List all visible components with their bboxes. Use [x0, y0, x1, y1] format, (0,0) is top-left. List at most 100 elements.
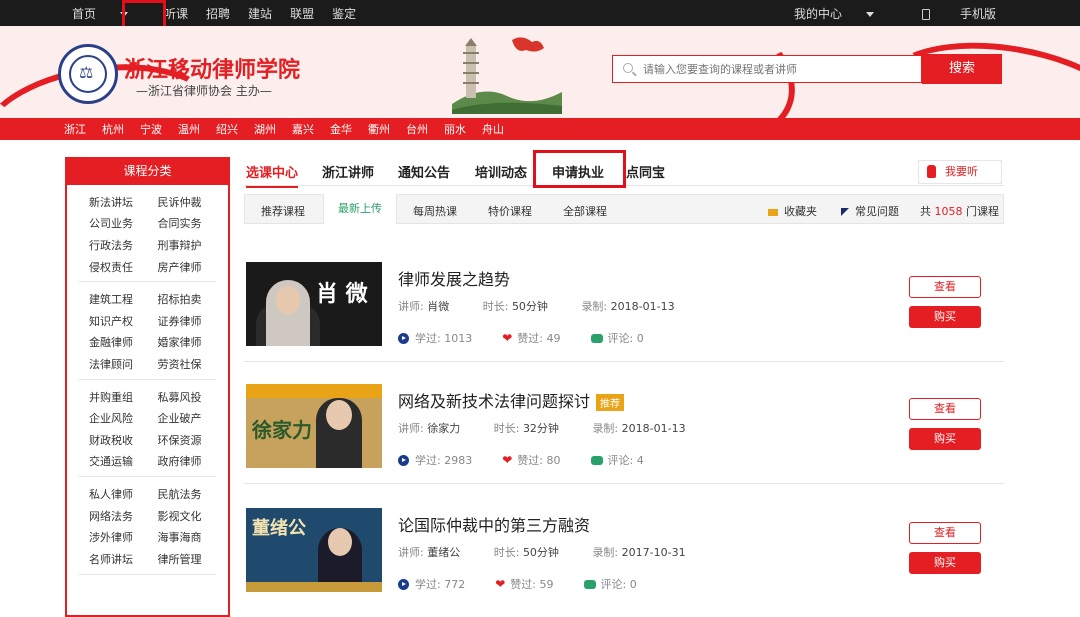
- course-item: 董绪公 论国际仲裁中的第三方融资 讲师: 董绪公 时长: 50分钟 录制: 20…: [244, 488, 1004, 608]
- category-link[interactable]: 交通运输: [79, 453, 148, 469]
- folder-icon: [768, 208, 778, 216]
- category-link[interactable]: 行政法务: [79, 237, 148, 253]
- course-item: 徐家力 网络及新技术法律问题探讨 推荐 讲师: 徐家力 时长: 32分钟 录制: …: [244, 364, 1004, 484]
- course-title[interactable]: 论国际仲裁中的第三方融资: [398, 512, 590, 536]
- tab-zhejiang-lecturers[interactable]: 浙江讲师: [322, 162, 374, 181]
- city-link[interactable]: 杭州: [102, 121, 124, 137]
- city-link[interactable]: 绍兴: [216, 121, 238, 137]
- want-to-listen-button[interactable]: 我要听: [918, 160, 1002, 184]
- city-link[interactable]: 嘉兴: [292, 121, 314, 137]
- category-link[interactable]: 影视文化: [148, 508, 217, 524]
- course-thumbnail[interactable]: 肖 微: [246, 262, 382, 346]
- nav-build-site[interactable]: 建站: [248, 5, 272, 22]
- category-link[interactable]: 企业风险: [79, 410, 148, 426]
- category-link[interactable]: 民航法务: [148, 486, 217, 502]
- category-group: 建筑工程 招标拍卖 知识产权 证券律师 金融律师 婚家律师 法律顾问 劳资社保: [79, 282, 217, 380]
- pagoda-scenery-image: [452, 37, 562, 114]
- view-button[interactable]: 查看: [909, 276, 981, 298]
- subtab-special-price[interactable]: 特价课程: [488, 203, 532, 219]
- course-stats: 学过: 1013 ❤ 赞过: 49 评论: 0: [398, 330, 674, 346]
- subtab-all-courses[interactable]: 全部课程: [563, 203, 607, 219]
- heart-icon[interactable]: ❤: [502, 331, 512, 345]
- course-subtabs: 推荐课程 最新上传 每周热课 特价课程 全部课程 收藏夹 常见问题 共 1058…: [244, 194, 1004, 224]
- course-thumbnail[interactable]: 董绪公: [246, 508, 382, 592]
- city-link[interactable]: 宁波: [140, 121, 162, 137]
- tab-course-center[interactable]: 选课中心: [246, 162, 299, 188]
- site-title[interactable]: 浙江移动律师学院: [124, 52, 300, 84]
- scales-icon: ⚖: [79, 63, 94, 82]
- my-center-menu[interactable]: 我的中心: [770, 5, 874, 22]
- city-link[interactable]: 金华: [330, 121, 352, 137]
- category-link[interactable]: 环保资源: [148, 432, 217, 448]
- hand-pointer-icon: [927, 165, 936, 178]
- category-link[interactable]: 公司业务: [79, 215, 148, 231]
- heart-icon[interactable]: ❤: [495, 577, 505, 591]
- category-link[interactable]: 私募风投: [148, 389, 217, 405]
- category-link[interactable]: 私人律师: [79, 486, 148, 502]
- category-link[interactable]: 建筑工程: [79, 291, 148, 307]
- comment-icon[interactable]: [590, 455, 603, 465]
- mobile-version-link[interactable]: 手机版: [898, 5, 996, 22]
- course-item: 肖 微 律师发展之趋势 讲师: 肖微 时长: 50分钟 录制: 2018-01-…: [244, 242, 1004, 362]
- category-link[interactable]: 政府律师: [148, 453, 217, 469]
- category-link[interactable]: 婚家律师: [148, 334, 217, 350]
- association-logo[interactable]: ⚖: [58, 44, 118, 104]
- city-link[interactable]: 舟山: [482, 121, 504, 137]
- category-link[interactable]: 知识产权: [79, 313, 148, 329]
- category-link[interactable]: 劳资社保: [148, 356, 217, 372]
- city-link[interactable]: 衢州: [368, 121, 390, 137]
- category-link[interactable]: 刑事辩护: [148, 237, 217, 253]
- category-link[interactable]: 法律顾问: [79, 356, 148, 372]
- favorites-link[interactable]: 收藏夹: [768, 203, 817, 219]
- buy-button[interactable]: 购买: [909, 552, 981, 574]
- city-link[interactable]: 浙江: [64, 121, 86, 137]
- category-link[interactable]: 证券律师: [148, 313, 217, 329]
- highlight-box-apply-practice: [533, 150, 626, 188]
- top-nav-right: 我的中心 手机版: [746, 0, 996, 26]
- view-button[interactable]: 查看: [909, 522, 981, 544]
- city-link[interactable]: 湖州: [254, 121, 276, 137]
- view-button[interactable]: 查看: [909, 398, 981, 420]
- course-title[interactable]: 律师发展之趋势: [398, 266, 510, 290]
- category-link[interactable]: 网络法务: [79, 508, 148, 524]
- city-link[interactable]: 温州: [178, 121, 200, 137]
- course-title[interactable]: 网络及新技术法律问题探讨 推荐: [398, 388, 625, 412]
- category-link[interactable]: 企业破产: [148, 410, 217, 426]
- subtab-recommended[interactable]: 推荐课程: [261, 203, 305, 219]
- search-button[interactable]: 搜索: [922, 54, 1002, 84]
- category-link[interactable]: 房产律师: [148, 259, 217, 275]
- faq-link[interactable]: 常见问题: [841, 203, 899, 219]
- city-link[interactable]: 台州: [406, 121, 428, 137]
- nav-listen[interactable]: 听课: [164, 5, 188, 22]
- buy-button[interactable]: 购买: [909, 428, 981, 450]
- search-input[interactable]: [643, 60, 913, 78]
- tab-dian-tong-bao[interactable]: 点同宝: [626, 162, 665, 181]
- course-thumbnail[interactable]: 徐家力: [246, 384, 382, 468]
- subtab-weekly-hot[interactable]: 每周热课: [413, 203, 457, 219]
- category-link[interactable]: 涉外律师: [79, 529, 148, 545]
- nav-alliance[interactable]: 联盟: [290, 5, 314, 22]
- tab-training-news[interactable]: 培训动态: [475, 162, 527, 181]
- category-link[interactable]: 新法讲坛: [79, 194, 148, 210]
- nav-appraisal[interactable]: 鉴定: [332, 5, 356, 22]
- course-category-sidebar: 课程分类 新法讲坛 民诉仲裁 公司业务 合同实务 行政法务 刑事辩护 侵权责任 房产律师…: [65, 157, 230, 617]
- category-link[interactable]: 海事海商: [148, 529, 217, 545]
- search-box: [612, 55, 922, 83]
- category-link[interactable]: 金融律师: [79, 334, 148, 350]
- subtab-latest-upload[interactable]: 最新上传: [323, 194, 397, 224]
- category-link[interactable]: 律所管理: [148, 551, 217, 567]
- category-link[interactable]: 侵权责任: [79, 259, 148, 275]
- tab-notices[interactable]: 通知公告: [398, 162, 450, 181]
- category-link[interactable]: 民诉仲裁: [148, 194, 217, 210]
- category-link[interactable]: 名师讲坛: [79, 551, 148, 567]
- nav-recruit[interactable]: 招聘: [206, 5, 230, 22]
- buy-button[interactable]: 购买: [909, 306, 981, 328]
- comment-icon[interactable]: [583, 579, 596, 589]
- category-link[interactable]: 财政税收: [79, 432, 148, 448]
- category-link[interactable]: 并购重组: [79, 389, 148, 405]
- heart-icon[interactable]: ❤: [502, 453, 512, 467]
- city-link[interactable]: 丽水: [444, 121, 466, 137]
- category-link[interactable]: 合同实务: [148, 215, 217, 231]
- comment-icon[interactable]: [590, 333, 603, 343]
- category-link[interactable]: 招标拍卖: [148, 291, 217, 307]
